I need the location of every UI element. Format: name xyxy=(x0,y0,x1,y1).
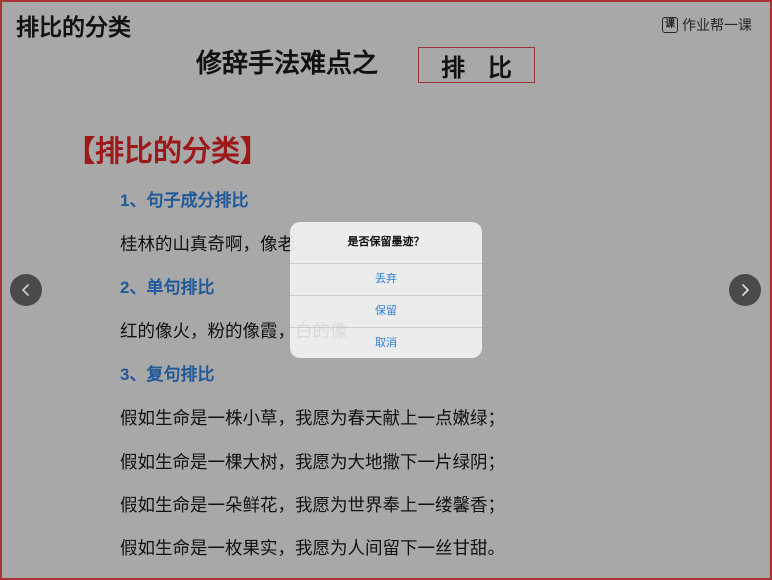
discard-button[interactable]: 丢弃 xyxy=(290,264,482,296)
next-slide-button[interactable] xyxy=(729,274,761,306)
cancel-button[interactable]: 取消 xyxy=(290,328,482,358)
dialog-title: 是否保留墨迹？ xyxy=(290,222,482,264)
previous-slide-button[interactable] xyxy=(10,274,42,306)
keep-ink-dialog: 是否保留墨迹？ 丢弃 保留 取消 xyxy=(290,222,482,358)
slide-viewer: 排比的分类 课 作业帮一课 修辞手法难点之 排 比 【排比的分类】 1、句子成分… xyxy=(0,0,772,580)
chevron-left-icon xyxy=(22,284,29,296)
chevron-right-icon xyxy=(742,284,749,296)
keep-button[interactable]: 保留 xyxy=(290,296,482,328)
